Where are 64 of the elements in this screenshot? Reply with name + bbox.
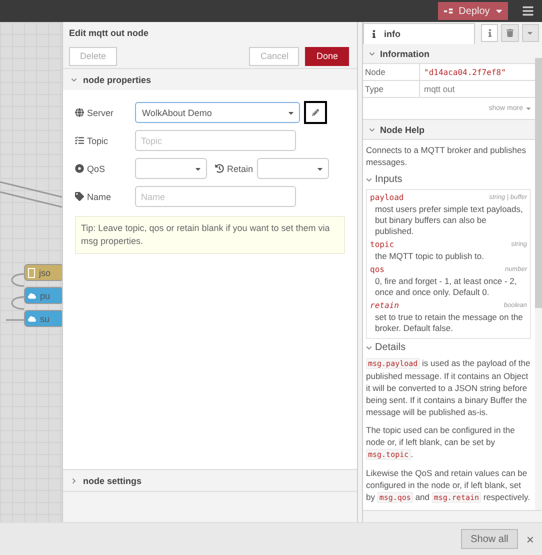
done-button[interactable]: Done [305, 46, 349, 66]
show-all-button[interactable]: Show all [460, 529, 518, 549]
document-icon [28, 268, 35, 278]
property-description: the MQTT topic to publish to. [374, 251, 485, 262]
section-header[interactable]: Node Help [363, 120, 535, 140]
info-value: "d14aca04.2f7ef8" [423, 68, 506, 76]
caret-icon [525, 105, 532, 112]
info-button[interactable] [480, 24, 498, 42]
chevron-icon[interactable] [71, 478, 77, 484]
editor-title: Edit mqtt out node [63, 22, 357, 44]
field-label: QoS [75, 164, 135, 174]
chevron-icon[interactable] [71, 76, 77, 82]
chevron-icon[interactable] [366, 345, 372, 351]
cloud-icon [28, 292, 36, 300]
field-label: Topic [75, 136, 135, 146]
property-description: most users prefer simple text payloads, but binary buffers can also be published. [374, 204, 524, 237]
caret-icon [526, 29, 534, 37]
chevron-icon[interactable] [369, 126, 375, 132]
property-name: retain [370, 300, 399, 312]
field-label: Name [75, 192, 135, 202]
qos-select[interactable] [135, 158, 207, 179]
section-header[interactable]: Information [363, 44, 535, 64]
section-header[interactable]: node settings [63, 469, 357, 491]
deploy-icon [444, 7, 453, 15]
menu-icon[interactable] [522, 5, 534, 17]
property-name: payload [370, 192, 404, 204]
details-header[interactable]: Details [366, 342, 531, 354]
pencil-icon [312, 109, 319, 116]
scrollbar-thumb[interactable] [535, 58, 542, 308]
inputs-header[interactable]: Inputs [366, 174, 531, 186]
help-text: Connects to a MQTT broker and publishes messages. [366, 144, 528, 168]
history-icon [215, 164, 224, 173]
trash-button[interactable] [501, 24, 519, 42]
property-description: 0, fire and forget - 1, at least once - 2, once and once only. Default 0. [374, 276, 518, 298]
info-label: Type [363, 81, 420, 97]
chevron-icon[interactable] [369, 50, 375, 56]
sidebar-tab[interactable]: info [363, 23, 475, 44]
edit-button[interactable] [304, 101, 327, 124]
list-icon [75, 136, 84, 145]
retain-select[interactable] [257, 158, 330, 179]
trash-icon [506, 29, 514, 37]
globe-icon [75, 108, 84, 117]
server-select[interactable]: WolkAbout Demo [135, 102, 300, 123]
property-name: topic [370, 239, 394, 251]
info-label: Node [363, 64, 420, 80]
chevron-icon[interactable] [366, 177, 372, 183]
info-icon [486, 29, 494, 37]
tag-icon [75, 192, 84, 201]
dropdown-button[interactable] [522, 24, 540, 42]
name-input[interactable]: Name [135, 186, 296, 207]
field-label: Retain [215, 164, 254, 174]
field-label: Server [75, 108, 135, 118]
cloud-icon [28, 314, 36, 322]
tip-text: Tip: Leave topic, qos or retain blank if you want to set them via msg properties. [75, 216, 345, 254]
flow-node[interactable]: jso [24, 264, 62, 281]
info-icon [370, 30, 378, 38]
radio-icon [75, 164, 84, 173]
section-header[interactable]: node properties [63, 68, 357, 90]
topic-input[interactable]: Topic [135, 130, 296, 151]
info-value: mqtt out [423, 84, 455, 94]
property-name: qos [370, 264, 384, 276]
close-button[interactable]: × [526, 532, 534, 546]
deploy-button[interactable]: Deploy [438, 2, 508, 20]
property-description: set to true to retain the message on the broker. Default false. [374, 312, 524, 334]
